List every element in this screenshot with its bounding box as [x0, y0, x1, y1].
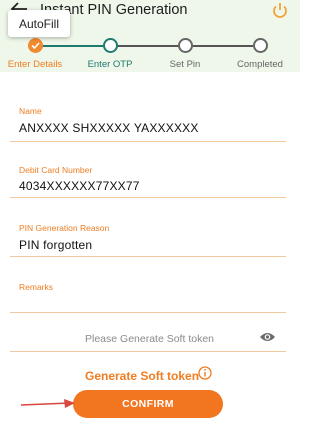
- annotation-arrow-icon: [20, 399, 75, 408]
- step-connector: [117, 45, 179, 47]
- step-label-set-pin: Set Pin: [169, 59, 201, 70]
- info-icon[interactable]: [198, 366, 212, 380]
- pin-reason-value: PIN forgotten: [19, 238, 93, 252]
- step-label-enter-details: Enter Details: [7, 59, 63, 70]
- step-1-completed-icon: [28, 38, 43, 53]
- step-label-enter-otp: Enter OTP: [87, 59, 133, 70]
- soft-token-placeholder: Please Generate Soft token: [85, 333, 214, 345]
- eye-icon[interactable]: [259, 331, 276, 343]
- debit-card-value: 4034XXXXXX77XX77: [19, 179, 140, 193]
- pin-reason-field[interactable]: PIN Generation Reason PIN forgotten: [10, 216, 286, 257]
- confirm-label: CONFIRM: [122, 398, 174, 410]
- autofill-popup[interactable]: AutoFill: [8, 10, 70, 37]
- name-value: ANXXXX SHXXXXX YAXXXXXX: [19, 121, 199, 135]
- confirm-button[interactable]: CONFIRM: [73, 390, 223, 418]
- power-icon[interactable]: [271, 1, 289, 19]
- debit-card-field[interactable]: Debit Card Number 4034XXXXXX77XX77: [10, 158, 286, 198]
- step-3-pending: [178, 38, 193, 53]
- step-4-pending: [253, 38, 268, 53]
- step-connector: [192, 45, 253, 47]
- remarks-label: Remarks: [19, 282, 54, 292]
- pin-reason-label: PIN Generation Reason: [19, 223, 110, 233]
- debit-card-label: Debit Card Number: [19, 165, 93, 175]
- step-connector: [42, 45, 104, 47]
- name-field[interactable]: Name ANXXXX SHXXXXX YAXXXXXX: [10, 100, 286, 142]
- step-label-completed: Completed: [237, 59, 283, 70]
- remarks-field[interactable]: Remarks: [10, 276, 286, 313]
- name-label: Name: [19, 106, 42, 116]
- step-2-current: [103, 38, 118, 53]
- autofill-label: AutoFill: [18, 16, 59, 31]
- generate-soft-token-link[interactable]: Generate Soft token: [85, 369, 199, 383]
